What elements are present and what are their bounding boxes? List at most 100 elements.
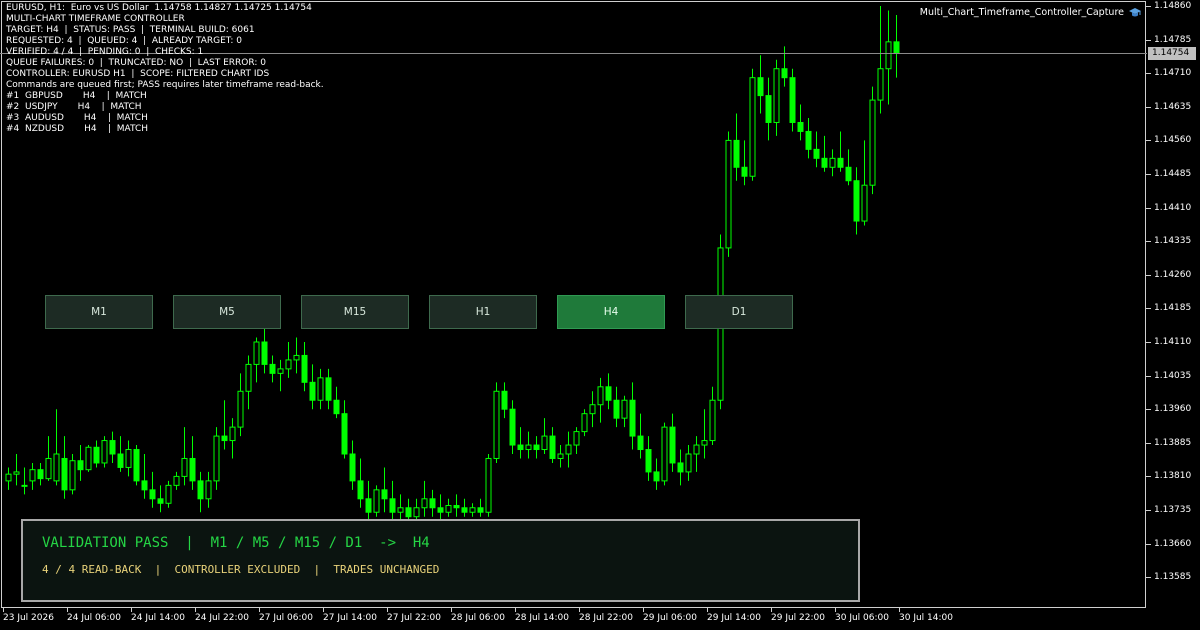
- time-label: 29 Jul 14:00: [707, 613, 761, 623]
- candle: [213, 427, 220, 490]
- candle-body: [237, 390, 244, 428]
- time-label: 29 Jul 22:00: [771, 613, 825, 623]
- candle-body: [229, 426, 236, 442]
- overlay-info-panel: EURUSD, H1: Euro vs US Dollar 1.14758 1.…: [6, 3, 324, 135]
- candle-body: [37, 469, 44, 480]
- candle: [101, 436, 108, 468]
- candle-body: [733, 139, 740, 168]
- candle: [437, 494, 444, 522]
- candle-body: [69, 460, 76, 491]
- price-tick: [1146, 207, 1151, 209]
- price-label: 1.14110: [1154, 337, 1192, 347]
- time-tick: [387, 608, 388, 612]
- timeframe-button-h1[interactable]: H1: [429, 295, 537, 329]
- price-label: 1.14185: [1154, 303, 1192, 314]
- controller-title: MULTI-CHART TIMEFRAME CONTROLLER: [6, 14, 185, 24]
- candle: [877, 6, 884, 114]
- candle-body: [141, 480, 148, 491]
- timeframe-button-m1[interactable]: M1: [45, 295, 153, 329]
- candle-body: [677, 462, 684, 473]
- candle: [245, 355, 252, 410]
- timeframe-button-h4[interactable]: H4: [557, 295, 665, 329]
- candle: [565, 431, 572, 468]
- candle: [109, 431, 116, 463]
- candle-body: [21, 484, 28, 487]
- time-label: 28 Jul 22:00: [579, 613, 633, 623]
- candle-body: [261, 341, 268, 365]
- timeframe-button-d1[interactable]: D1: [685, 295, 793, 329]
- candle: [293, 337, 300, 374]
- candle: [733, 113, 740, 181]
- candle: [653, 458, 660, 490]
- candle: [189, 436, 196, 490]
- candle: [885, 10, 892, 105]
- candle-body: [805, 130, 812, 150]
- candle-body: [197, 480, 204, 500]
- candle-body: [101, 440, 108, 464]
- candle: [789, 68, 796, 132]
- timeframe-button-m5[interactable]: M5: [173, 295, 281, 329]
- candle: [389, 480, 396, 522]
- candle-body: [93, 446, 100, 464]
- validation-panel: VALIDATION PASS | M1 / M5 / M15 / D1 -> …: [21, 519, 860, 602]
- candle-body: [853, 180, 860, 222]
- candle-body: [845, 166, 852, 182]
- candle: [477, 498, 484, 517]
- candle-body: [413, 507, 420, 518]
- time-tick: [131, 608, 132, 612]
- price-tick: [1146, 577, 1151, 579]
- candle-body: [77, 460, 84, 471]
- candle-body: [701, 440, 708, 446]
- candle: [237, 373, 244, 437]
- time-label: 24 Jul 22:00: [195, 613, 249, 623]
- time-label: 24 Jul 14:00: [131, 613, 185, 623]
- candle-body: [725, 139, 732, 249]
- candle: [725, 131, 732, 257]
- graduation-cap-icon[interactable]: [1129, 7, 1141, 19]
- chart-row-3: #3 AUDUSD H4 | MATCH: [6, 113, 148, 123]
- candle-body: [597, 386, 604, 406]
- candle: [765, 77, 772, 141]
- candle-body: [685, 453, 692, 473]
- candle: [221, 400, 228, 450]
- price-tick: [1146, 241, 1151, 243]
- candle-body: [565, 444, 572, 455]
- candle-body: [885, 41, 892, 70]
- price-label: 1.14485: [1154, 169, 1192, 179]
- candle: [645, 436, 652, 481]
- candle: [381, 467, 388, 513]
- candle: [69, 454, 76, 495]
- candle-body: [693, 444, 700, 455]
- price-label: 1.14035: [1154, 370, 1192, 381]
- candle-body: [205, 480, 212, 500]
- candle: [541, 418, 548, 454]
- candle: [621, 395, 628, 428]
- timeframe-button-m15[interactable]: M15: [301, 295, 409, 329]
- candle-body: [373, 489, 380, 513]
- candle: [805, 118, 812, 159]
- candle-body: [381, 489, 388, 500]
- candle-body: [525, 444, 532, 451]
- candle: [501, 382, 508, 419]
- time-tick: [579, 608, 580, 612]
- price-tick: [1146, 39, 1151, 41]
- candle-body: [389, 498, 396, 513]
- candle: [861, 140, 868, 226]
- candle-body: [861, 184, 868, 222]
- candle-body: [453, 505, 460, 509]
- candle: [469, 503, 476, 517]
- time-label: 27 Jul 14:00: [323, 613, 377, 623]
- candle-body: [293, 354, 300, 361]
- current-price-label: 1.14754: [1148, 47, 1196, 60]
- candle-body: [365, 498, 372, 513]
- candle-body: [117, 453, 124, 468]
- time-tick: [771, 608, 772, 612]
- price-label: 1.13735: [1154, 505, 1192, 515]
- price-label: 1.13960: [1154, 404, 1192, 415]
- candle: [13, 454, 20, 486]
- candle-body: [789, 77, 796, 123]
- validation-title: VALIDATION PASS | M1 / M5 / M15 / D1 -> …: [42, 535, 430, 551]
- candle: [685, 445, 692, 481]
- candle-body: [349, 453, 356, 482]
- candle-body: [653, 471, 660, 482]
